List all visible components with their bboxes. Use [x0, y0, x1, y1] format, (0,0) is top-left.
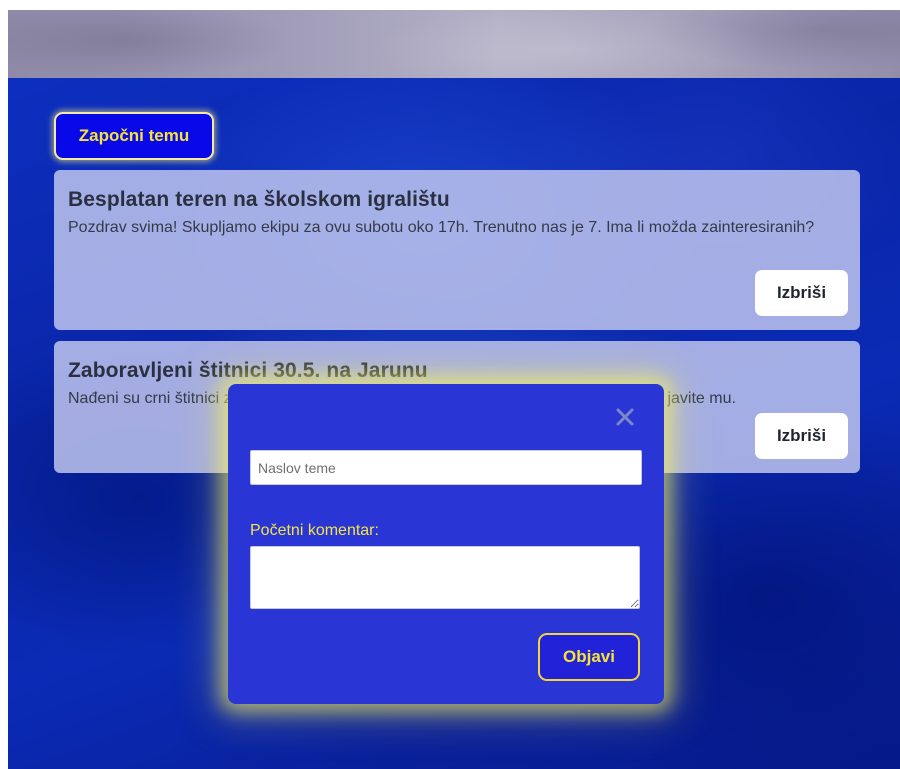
topic-card: Besplatan teren na školskom igralištu Po…	[54, 170, 860, 330]
new-topic-modal: Početni komentar: Objavi	[228, 384, 664, 704]
comment-textarea[interactable]	[250, 546, 640, 609]
post-button[interactable]: Objavi	[538, 633, 640, 681]
page-frame: Započni temu Besplatan teren na školskom…	[8, 10, 900, 769]
delete-button[interactable]: Izbriši	[755, 270, 848, 316]
topic-title: Besplatan teren na školskom igralištu	[68, 188, 450, 211]
start-topic-button[interactable]: Započni temu	[54, 112, 214, 160]
topic-title: Zaboravljeni štitnici 30.5. na Jarunu	[68, 359, 428, 382]
header-banner	[8, 10, 900, 78]
close-icon[interactable]	[614, 406, 636, 428]
topic-text: Pozdrav svima! Skupljamo ekipu za ovu su…	[68, 219, 815, 236]
close-icon-glyph	[616, 408, 634, 426]
delete-button[interactable]: Izbriši	[755, 413, 848, 459]
topic-title-input[interactable]	[250, 450, 642, 485]
comment-label: Početni komentar:	[250, 522, 379, 539]
